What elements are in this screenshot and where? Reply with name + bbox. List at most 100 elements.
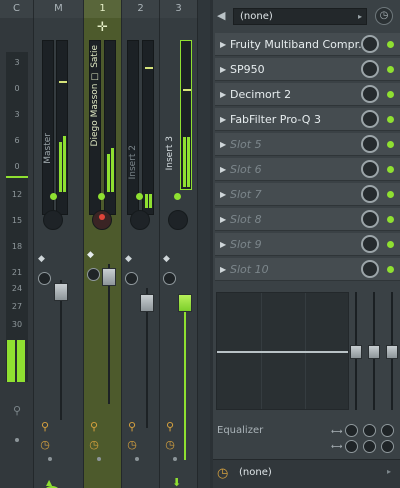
enable-led[interactable] (136, 193, 143, 200)
slot-arrow-icon[interactable]: ▶ (220, 208, 226, 231)
slot-mix-knob[interactable] (361, 110, 379, 128)
track-name-area: Diego Masson ☐ Satie (89, 40, 101, 215)
effect-slot[interactable]: ▶ Slot 7 (215, 183, 400, 206)
effect-slot[interactable]: ▶ FabFilter Pro-Q 3 (215, 108, 400, 131)
eq-band-fader[interactable] (350, 345, 362, 359)
pan-knob[interactable] (168, 210, 188, 230)
slot-name: Slot 8 (230, 213, 262, 226)
preset-selector[interactable]: (none) ▸ (233, 8, 367, 25)
eq-graph[interactable] (216, 292, 349, 410)
eq-bw-knob[interactable] (381, 440, 394, 453)
slot-arrow-icon[interactable]: ▶ (220, 33, 226, 56)
pan-knob[interactable] (92, 210, 112, 230)
link-icon[interactable]: ⚲ (163, 420, 177, 433)
slot-arrow-icon[interactable]: ▶ (220, 233, 226, 256)
scale-tick: 0 (14, 162, 20, 171)
output-value[interactable]: (none) (239, 467, 272, 478)
slot-mix-knob[interactable] (361, 235, 379, 253)
slot-enable-led[interactable] (387, 216, 394, 223)
clock-icon[interactable]: ◷ (375, 7, 393, 25)
mixer-track-insert-1[interactable]: ✛ Diego Masson ☐ Satie ◆ ⚲ ◷ ▲ (84, 18, 122, 488)
slot-mix-knob[interactable] (361, 35, 379, 53)
slot-enable-led[interactable] (387, 191, 394, 198)
mixer-track-insert-3[interactable]: Insert 3 ◆ ⚲ ◷ ⬇ (160, 18, 198, 488)
swap-icon[interactable]: ◆ (38, 254, 45, 264)
stereo-separation-knob[interactable] (125, 272, 138, 285)
enable-led[interactable] (98, 193, 105, 200)
slot-enable-led[interactable] (387, 41, 394, 48)
link-icon[interactable]: ⚲ (38, 420, 52, 433)
slot-mix-knob[interactable] (361, 260, 379, 278)
status-dot (135, 457, 139, 461)
eq-bw-knob[interactable] (345, 440, 358, 453)
eq-band-fader[interactable] (368, 345, 380, 359)
slot-arrow-icon[interactable]: ▶ (220, 108, 226, 131)
effect-slot[interactable]: ▶ Slot 9 (215, 233, 400, 256)
eq-bw-knob[interactable] (363, 440, 376, 453)
effect-slot[interactable]: ▶ SP950 (215, 58, 400, 81)
link-icon[interactable]: ⚲ (10, 404, 24, 417)
slot-mix-knob[interactable] (361, 85, 379, 103)
header-insert-2[interactable]: 2 (122, 0, 160, 18)
swap-icon[interactable]: ◆ (87, 250, 94, 260)
eq-freq-knob[interactable] (345, 424, 358, 437)
track-label: Insert 3 (165, 136, 175, 171)
slot-mix-knob[interactable] (361, 160, 379, 178)
header-master[interactable]: M (34, 0, 84, 18)
volume-fader[interactable] (54, 283, 68, 301)
swap-icon[interactable]: ◆ (125, 254, 132, 264)
slot-name: SP950 (230, 63, 265, 76)
pan-knob[interactable] (43, 210, 63, 230)
volume-fader[interactable] (140, 294, 154, 312)
slot-arrow-icon[interactable]: ▶ (220, 58, 226, 81)
slot-arrow-icon[interactable]: ▶ (220, 83, 226, 106)
eq-freq-knob[interactable] (381, 424, 394, 437)
route-down-icon[interactable]: ⬇ (172, 476, 181, 488)
slot-enable-led[interactable] (387, 166, 394, 173)
eq-freq-knob[interactable] (363, 424, 376, 437)
effect-slot[interactable]: ▶ Slot 6 (215, 158, 400, 181)
stereo-separation-knob[interactable] (163, 272, 176, 285)
clock-icon[interactable]: ◷ (163, 438, 177, 451)
effect-slot[interactable]: ▶ Slot 10 (215, 258, 400, 281)
slot-mix-knob[interactable] (361, 185, 379, 203)
mixer-track-insert-2[interactable]: Insert 2 ◆ ⚲ ◷ ▲ (122, 18, 160, 488)
preset-icon[interactable]: ◀ (217, 9, 225, 22)
effect-slot[interactable]: ▶ Slot 8 (215, 208, 400, 231)
slot-enable-led[interactable] (387, 91, 394, 98)
slot-mix-knob[interactable] (361, 210, 379, 228)
effect-slot[interactable]: ▶ Fruity Multiband Compr... (215, 33, 400, 56)
header-insert-3[interactable]: 3 (160, 0, 198, 18)
link-icon[interactable]: ⚲ (125, 420, 139, 433)
slot-enable-led[interactable] (387, 66, 394, 73)
volume-fader[interactable] (102, 268, 116, 286)
slot-enable-led[interactable] (387, 266, 394, 273)
slot-arrow-icon[interactable]: ▶ (220, 158, 226, 181)
slot-arrow-icon[interactable]: ▶ (220, 258, 226, 281)
clock-icon[interactable]: ◷ (217, 466, 228, 481)
pan-knob[interactable] (130, 210, 150, 230)
eq-band-fader[interactable] (386, 345, 398, 359)
enable-led[interactable] (174, 193, 181, 200)
stereo-separation-knob[interactable] (87, 268, 100, 281)
enable-led[interactable] (50, 193, 57, 200)
effect-slot[interactable]: ▶ Slot 5 (215, 133, 400, 156)
effect-slot[interactable]: ▶ Decimort 2 (215, 83, 400, 106)
slot-mix-knob[interactable] (361, 135, 379, 153)
swap-icon[interactable]: ◆ (163, 254, 170, 264)
slot-mix-knob[interactable] (361, 60, 379, 78)
slot-enable-led[interactable] (387, 141, 394, 148)
clock-icon[interactable]: ◷ (87, 438, 101, 451)
mixer-track-master[interactable]: Master ◆ ⚲ ◷ ▲ (34, 18, 84, 488)
clock-icon[interactable]: ◷ (38, 438, 52, 451)
slot-enable-led[interactable] (387, 116, 394, 123)
stereo-separation-knob[interactable] (38, 272, 51, 285)
clock-icon[interactable]: ◷ (125, 438, 139, 451)
volume-fader[interactable] (178, 294, 192, 312)
header-insert-1[interactable]: 1 (84, 0, 122, 18)
slot-arrow-icon[interactable]: ▶ (220, 133, 226, 156)
link-icon[interactable]: ⚲ (87, 420, 101, 433)
slot-arrow-icon[interactable]: ▶ (220, 183, 226, 206)
chevron-right-icon[interactable]: ▸ (387, 467, 391, 476)
slot-enable-led[interactable] (387, 241, 394, 248)
